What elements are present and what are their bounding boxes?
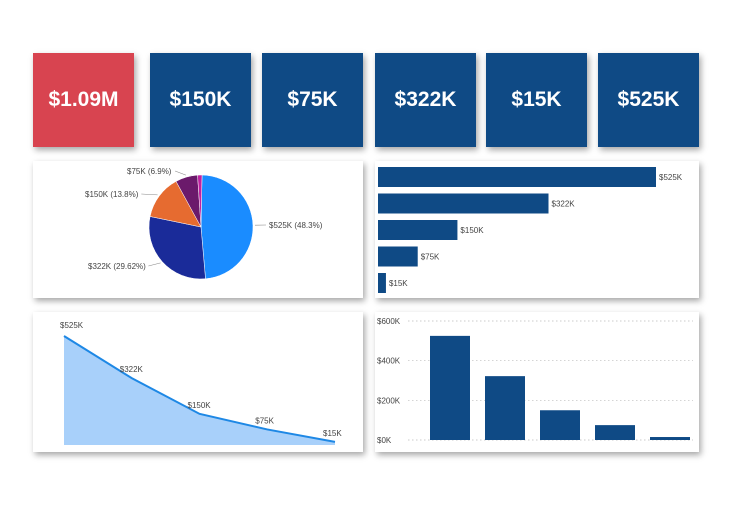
kpi-value: $15K (511, 88, 562, 111)
kpi-value: $150K (169, 88, 232, 111)
bar (378, 246, 418, 267)
bar-data-label: $150K (460, 226, 484, 235)
kpi-value: $1.09M (48, 88, 119, 111)
area-data-label: $525K (60, 321, 84, 330)
horizontal-bar-chart: $525K $322K $150K $75K $15K (378, 167, 683, 293)
bar-data-label: $75K (421, 253, 440, 262)
column-bar (595, 425, 635, 440)
y-tick-label: $600K (377, 317, 401, 326)
pie-data-label: $75K (6.9%) (127, 167, 172, 176)
area-chart-panel: $525K $322K $150K $75K $15K (33, 312, 363, 452)
hbar-chart-panel: $525K $322K $150K $75K $15K (375, 161, 699, 298)
area-fill (64, 336, 335, 445)
bar (378, 273, 386, 293)
kpi-value: $525K (617, 88, 680, 111)
kpi-card[interactable]: $75K (262, 53, 363, 147)
kpi-card[interactable]: $525K (598, 53, 699, 147)
area-data-label: $75K (255, 416, 274, 425)
area-data-label: $322K (120, 365, 144, 374)
pie-leader-line (141, 193, 158, 196)
pie-data-label: $525K (48.3%) (269, 221, 323, 230)
y-tick-label: $0K (377, 436, 392, 445)
pie-leader-line (174, 170, 187, 176)
pie-data-label: $150K (13.8%) (85, 190, 139, 199)
bar (378, 193, 549, 214)
kpi-card-total[interactable]: $1.09M (33, 53, 134, 147)
y-tick-label: $200K (377, 396, 401, 405)
kpi-card[interactable]: $322K (375, 53, 476, 147)
kpi-value: $322K (394, 88, 457, 111)
column-bar (430, 335, 470, 440)
column-chart-panel: $0K $200K $400K $600K (375, 312, 699, 452)
pie-chart-panel: $525K (48.3%) $322K (29.62%) $150K (13.8%)… (33, 161, 363, 298)
column-chart: $0K $200K $400K $600K (377, 317, 693, 445)
pie-slice (200, 174, 254, 280)
kpi-card[interactable]: $150K (150, 53, 251, 147)
pie-leader-line (148, 262, 161, 267)
column-bar (650, 437, 690, 440)
area-data-label: $15K (323, 429, 342, 438)
bar-data-label: $322K (552, 200, 576, 209)
y-tick-label: $400K (377, 357, 401, 366)
kpi-card[interactable]: $15K (486, 53, 587, 147)
bar (378, 167, 656, 187)
pie-chart: $525K (48.3%) $322K (29.62%) $150K (13.8%)… (85, 167, 323, 280)
bar-data-label: $15K (389, 279, 408, 288)
area-chart: $525K $322K $150K $75K $15K (60, 321, 342, 445)
area-data-label: $150K (188, 401, 212, 410)
column-bar (540, 410, 580, 440)
kpi-value: $75K (287, 88, 338, 111)
bar-data-label: $525K (659, 173, 683, 182)
bar (378, 220, 458, 240)
column-bar (485, 376, 525, 440)
pie-data-label: $322K (29.62%) (88, 262, 146, 271)
